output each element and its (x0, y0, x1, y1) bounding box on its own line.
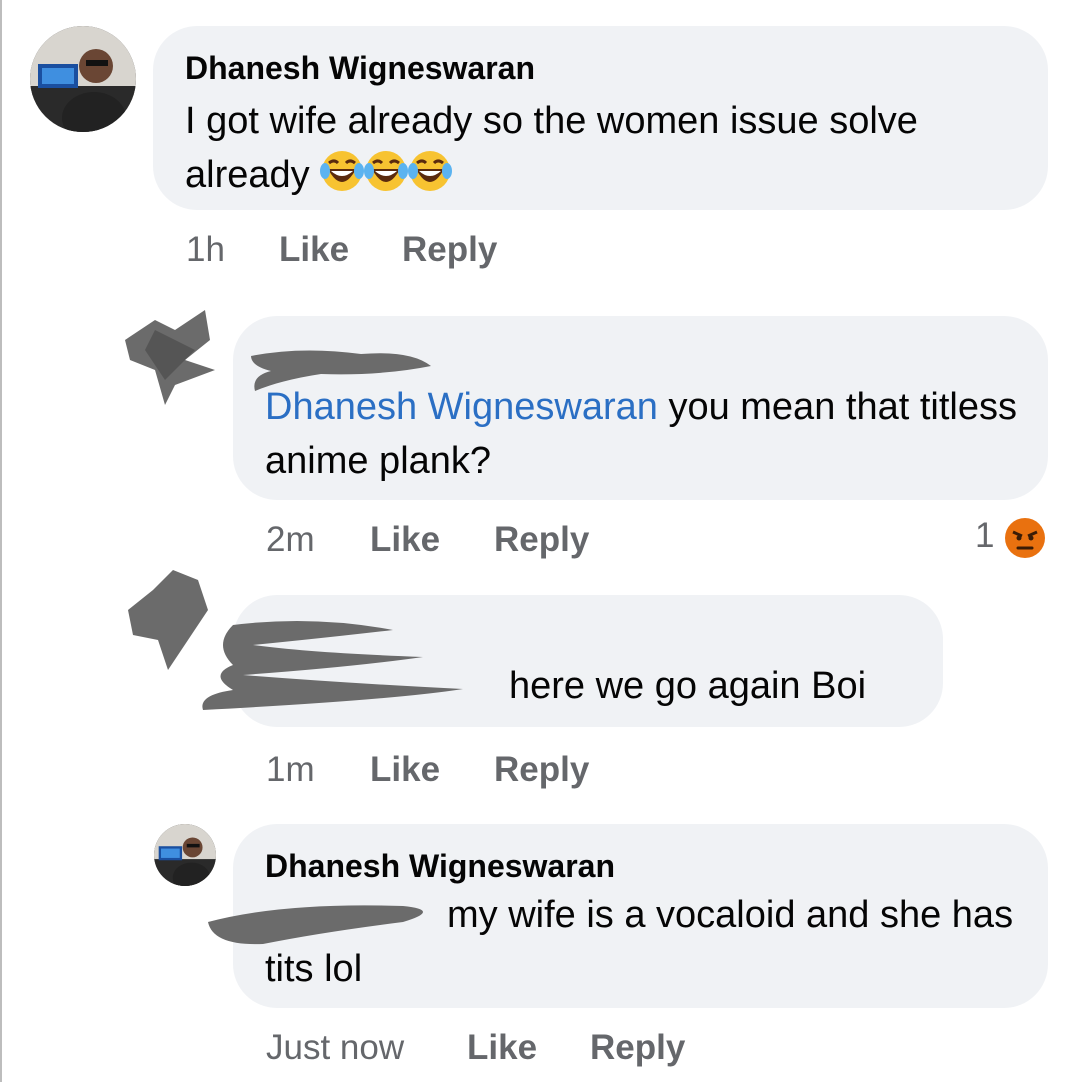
comment-meta: 2m Like Reply (266, 520, 666, 564)
comment-bubble: Dhanesh Wigneswaran my wife is a vocaloi… (208, 824, 1048, 1008)
reply-button[interactable]: Reply (590, 1028, 685, 1068)
comment-bubble: Dhanesh Wigneswaran you mean that titles… (233, 316, 1048, 500)
comment-body: here we go again Boi (509, 665, 867, 707)
comment-time: 1m (266, 750, 315, 789)
reply-button[interactable]: Reply (402, 230, 497, 270)
reaction-count: 1 (975, 516, 995, 555)
comment-time: Just now (266, 1028, 405, 1067)
face-with-tears-of-joy-icon (320, 151, 365, 191)
like-button[interactable]: Like (279, 230, 349, 270)
like-button[interactable]: Like (370, 750, 440, 790)
profile-photo-icon (30, 26, 136, 132)
comment-text: my wife is a vocaloid and she has tits l… (265, 888, 1025, 996)
comment-text: Dhanesh Wigneswaran you mean that titles… (265, 380, 1025, 488)
comment-time: 1h (186, 230, 225, 269)
reply-button[interactable]: Reply (494, 750, 589, 790)
avatar[interactable] (30, 26, 136, 132)
redacted-avatar (125, 310, 215, 405)
face-with-tears-of-joy-icon (364, 151, 409, 191)
comment-text: I got wife already so the women issue so… (185, 94, 1005, 202)
avatar[interactable] (154, 824, 216, 886)
comment-body: my wife is a vocaloid and she has tits l… (265, 894, 1014, 990)
comment-meta: 1m Like Reply (266, 750, 666, 794)
like-button[interactable]: Like (467, 1028, 537, 1068)
comment-time: 2m (266, 520, 315, 559)
face-with-tears-of-joy-icon (408, 151, 453, 191)
comment-body: I got wife already so the women issue so… (185, 100, 918, 196)
reaction-summary[interactable]: 1 (975, 516, 1050, 564)
comment-bubble: here we go again Boi (202, 595, 943, 727)
comment-author[interactable]: Dhanesh Wigneswaran (185, 48, 1016, 88)
reply-button[interactable]: Reply (494, 520, 589, 560)
mention-link[interactable]: Dhanesh Wigneswaran (265, 386, 658, 428)
comment-text: here we go again Boi (509, 659, 929, 713)
profile-photo-icon (154, 824, 216, 886)
comment-bubble: Dhanesh Wigneswaran I got wife already s… (153, 26, 1048, 210)
comment-author[interactable]: Dhanesh Wigneswaran (265, 846, 1016, 886)
page-border (0, 0, 2, 1082)
comment-meta: Just now Like Reply (266, 1028, 716, 1072)
angry-face-icon (1005, 518, 1045, 558)
comment-meta: 1h Like Reply (186, 230, 586, 274)
emoji-group (320, 151, 453, 196)
like-button[interactable]: Like (370, 520, 440, 560)
redacted-author-and-mention (202, 621, 463, 710)
